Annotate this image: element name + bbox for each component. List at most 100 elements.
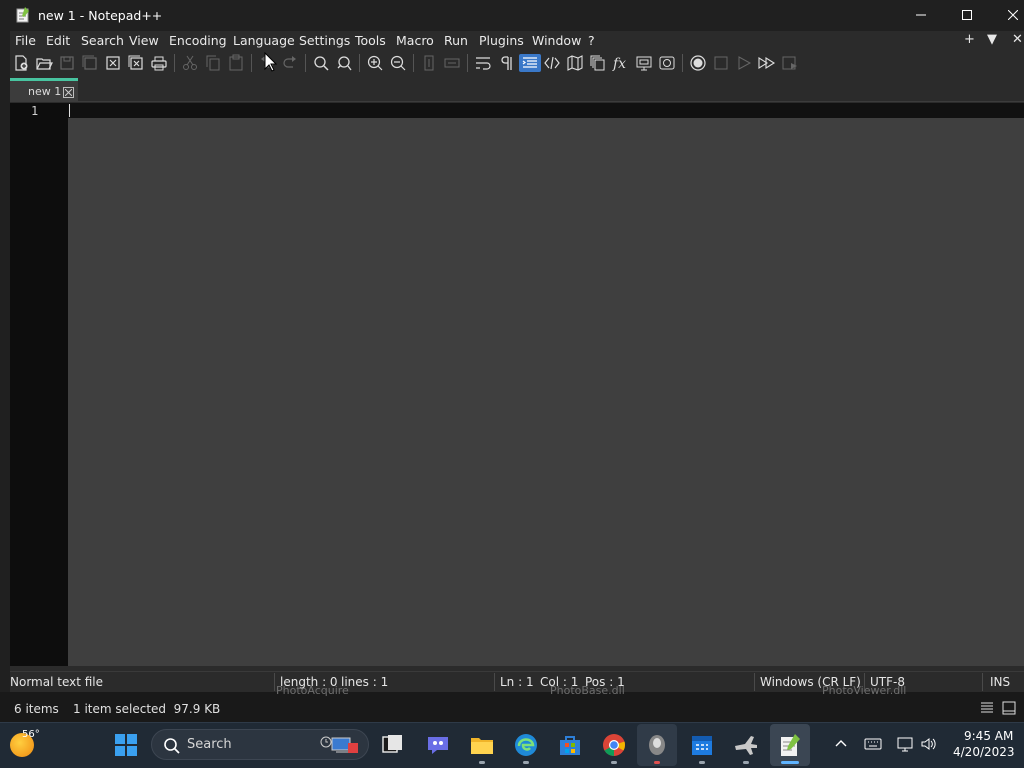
new-file-icon[interactable] — [12, 54, 30, 72]
taskbar-search-box[interactable]: Search — [151, 729, 369, 760]
redo-icon[interactable] — [281, 54, 299, 72]
tab-strip: new 1 — [10, 76, 1024, 102]
menu-file[interactable]: File — [15, 33, 36, 48]
zoom-in-icon[interactable] — [366, 54, 384, 72]
svg-text:fx: fx — [612, 56, 626, 72]
indent-guide-icon[interactable] — [519, 54, 541, 72]
new-tab-button[interactable]: + — [964, 32, 975, 47]
current-line-highlight — [68, 103, 1024, 118]
start-icon[interactable] — [113, 732, 139, 758]
menu-plugins[interactable]: Plugins — [479, 33, 524, 48]
editor-area[interactable]: 1 — [10, 103, 1024, 666]
tiles-view-icon[interactable] — [1002, 701, 1016, 715]
menu-edit[interactable]: Edit — [46, 33, 70, 48]
ghost-file-name: PhotoBase.dll — [550, 684, 625, 697]
close-file-icon[interactable] — [104, 54, 122, 72]
tab-close-icon[interactable] — [63, 87, 74, 98]
menu-window[interactable]: Window — [532, 33, 581, 48]
minimize-icon — [916, 14, 926, 16]
chrome-icon[interactable] — [601, 732, 627, 758]
menu-tools[interactable]: Tools — [355, 33, 386, 48]
save-all-icon[interactable] — [81, 54, 99, 72]
minimize-button[interactable] — [898, 0, 944, 31]
show-all-characters-icon[interactable] — [497, 54, 515, 72]
status-file-type: Normal text file — [10, 675, 104, 689]
edge-icon[interactable] — [513, 732, 539, 758]
store-icon[interactable] — [557, 732, 583, 758]
plane-app-icon[interactable] — [733, 732, 759, 758]
sync-horizontal-icon[interactable] — [443, 54, 461, 72]
close-window-button[interactable] — [990, 0, 1024, 31]
search-placeholder: Search — [187, 737, 232, 752]
status-separator — [982, 673, 983, 691]
title-bar[interactable]: new 1 - Notepad++ — [10, 0, 1024, 31]
playback-macro-icon[interactable] — [735, 54, 753, 72]
close-icon — [1008, 10, 1018, 20]
save-icon[interactable] — [58, 54, 76, 72]
close-all-icon[interactable] — [127, 54, 145, 72]
menu-right-controls: + ▼ ✕ — [964, 32, 1024, 50]
clock-date[interactable]: 4/20/2023 — [953, 745, 1015, 759]
toolbar-separator — [682, 54, 683, 72]
maximize-button[interactable] — [944, 0, 990, 31]
menu-settings[interactable]: Settings — [299, 33, 350, 48]
toolbar-separator — [305, 54, 306, 72]
menu-run[interactable]: Run — [444, 33, 468, 48]
copy-icon[interactable] — [204, 54, 222, 72]
language-icon[interactable] — [543, 54, 561, 72]
folder-as-workspace-icon[interactable] — [635, 54, 653, 72]
explorer-item-count: 6 items — [14, 702, 59, 716]
close-doc-button[interactable]: ✕ — [1012, 32, 1023, 47]
notepadpp-icon — [16, 7, 30, 23]
network-icon[interactable] — [896, 735, 914, 753]
find-icon[interactable] — [312, 54, 330, 72]
running-indicator — [479, 761, 485, 764]
menu-language[interactable]: Language — [233, 33, 295, 48]
line-number-gutter: 1 — [10, 103, 68, 666]
clock-time[interactable]: 9:45 AM — [964, 729, 1013, 743]
paste-icon[interactable] — [227, 54, 245, 72]
menu-help[interactable]: ? — [588, 33, 595, 48]
run-macro-multiple-icon[interactable] — [758, 54, 776, 72]
tab-new-1[interactable]: new 1 — [10, 78, 78, 102]
chevron-up-icon[interactable] — [832, 735, 850, 753]
monitoring-icon[interactable] — [658, 54, 676, 72]
cut-icon[interactable] — [181, 54, 199, 72]
replace-icon[interactable] — [335, 54, 353, 72]
maximize-icon — [962, 10, 972, 20]
notepadpp-window: new 1 - Notepad++ File Edit Search View … — [10, 0, 1024, 692]
keyboard-icon[interactable] — [864, 735, 882, 753]
save-macro-icon[interactable] — [781, 54, 799, 72]
print-icon[interactable] — [150, 54, 168, 72]
menu-encoding[interactable]: Encoding — [169, 33, 227, 48]
menu-search[interactable]: Search — [81, 33, 124, 48]
tab-label: new 1 — [28, 85, 62, 98]
ghost-file-name: PhotoViewer.dll — [822, 684, 907, 697]
document-list-icon[interactable] — [589, 54, 607, 72]
running-indicator — [654, 761, 660, 764]
file-explorer-icon[interactable] — [469, 732, 495, 758]
zoom-out-icon[interactable] — [389, 54, 407, 72]
details-view-icon[interactable] — [980, 701, 994, 715]
document-map-icon[interactable] — [566, 54, 584, 72]
status-separator — [494, 673, 495, 691]
line-number: 1 — [31, 104, 39, 118]
status-insert-mode[interactable]: INS — [990, 675, 1010, 689]
record-macro-icon[interactable] — [689, 54, 707, 72]
task-view-icon[interactable] — [379, 732, 405, 758]
menu-view[interactable]: View — [129, 33, 159, 48]
chat-icon[interactable] — [425, 732, 451, 758]
app-icon[interactable] — [644, 732, 670, 758]
menu-bar: File Edit Search View Encoding Language … — [10, 31, 1024, 51]
sync-vertical-icon[interactable] — [420, 54, 438, 72]
volume-icon[interactable] — [920, 735, 938, 753]
word-wrap-icon[interactable] — [474, 54, 492, 72]
window-title: new 1 - Notepad++ — [38, 8, 163, 23]
notepadpp-icon[interactable] — [777, 732, 803, 758]
menu-macro[interactable]: Macro — [396, 33, 434, 48]
calendar-icon[interactable] — [689, 732, 715, 758]
tab-list-button[interactable]: ▼ — [987, 32, 997, 47]
stop-recording-icon[interactable] — [712, 54, 730, 72]
function-list-icon[interactable]: fx — [612, 54, 630, 72]
open-icon[interactable] — [35, 54, 53, 72]
